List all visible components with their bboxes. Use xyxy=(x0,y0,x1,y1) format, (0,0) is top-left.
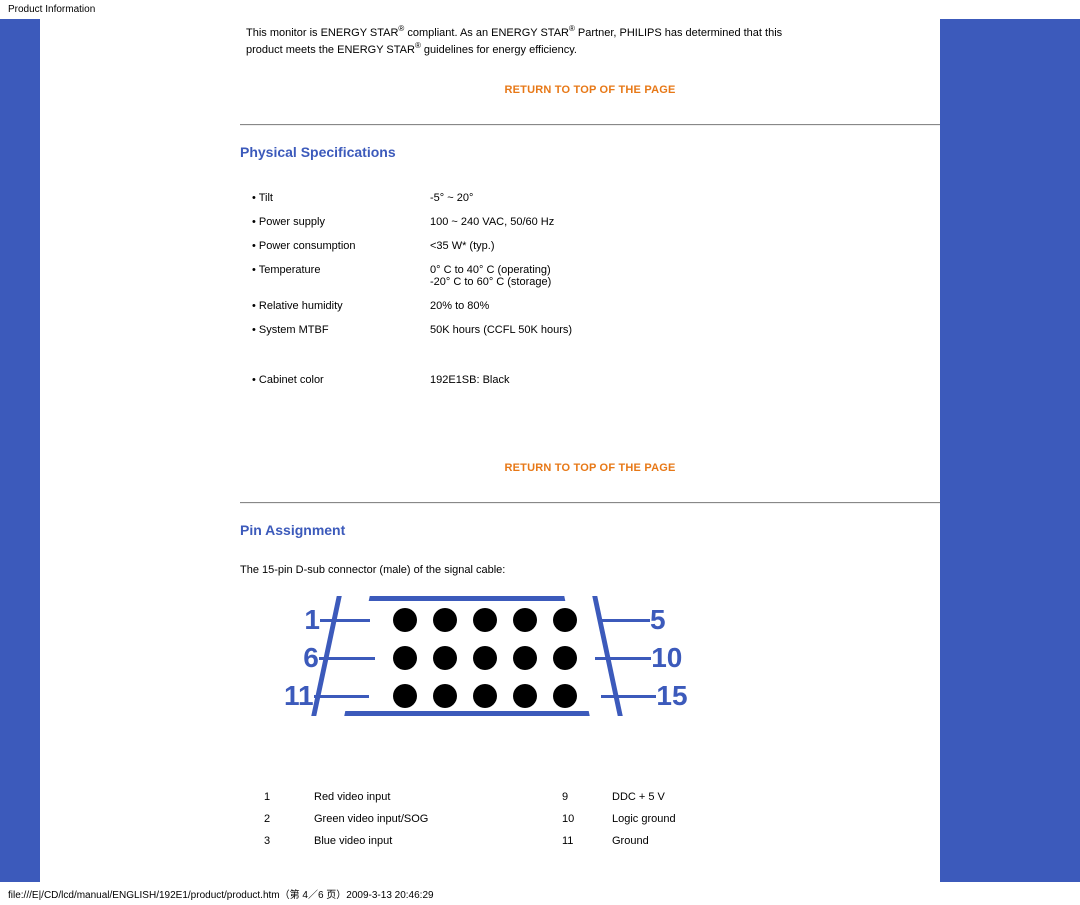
pin-number-label: 1 xyxy=(280,604,320,636)
page-body: This monitor is ENERGY STAR® compliant. … xyxy=(0,19,1080,882)
pin-assignment-table: 1 Red video input 9 DDC + 5 V 2 Green vi… xyxy=(260,786,856,852)
table-row: • Cabinet color192E1SB: Black xyxy=(248,368,784,392)
pin-description: DDC + 5 V xyxy=(608,786,856,808)
pin-row-2: 6 10 xyxy=(280,642,690,674)
spec-value: -5° ~ 20° xyxy=(426,186,784,210)
connector-line xyxy=(320,619,370,622)
intro-text: product meets the ENERGY STAR xyxy=(246,44,415,56)
reg-mark: ® xyxy=(398,24,404,33)
energy-star-paragraph: This monitor is ENERGY STAR® compliant. … xyxy=(246,25,916,58)
spec-value: 100 ~ 240 VAC, 50/60 Hz xyxy=(426,210,784,234)
divider xyxy=(240,124,940,126)
pin-number-label: 15 xyxy=(656,680,690,712)
connector-line xyxy=(319,657,375,660)
connector-line xyxy=(601,695,656,698)
table-row: 1 Red video input 9 DDC + 5 V xyxy=(260,786,856,808)
spec-label: • Power supply xyxy=(248,210,426,234)
intro-text: guidelines for energy efficiency. xyxy=(421,44,577,56)
return-to-top-link[interactable]: RETURN TO TOP OF THE PAGE xyxy=(240,84,940,96)
window-title: Product Information xyxy=(0,0,1080,19)
table-row: • Power supply100 ~ 240 VAC, 50/60 Hz xyxy=(248,210,784,234)
intro-text: compliant. As an ENERGY STAR xyxy=(404,27,569,39)
pin-assignment-description: The 15-pin D-sub connector (male) of the… xyxy=(240,564,940,576)
reg-mark: ® xyxy=(569,24,575,33)
pin-number-label: 11 xyxy=(280,680,314,712)
table-row: 3 Blue video input 11 Ground xyxy=(260,830,856,852)
table-row: • Power consumption<35 W* (typ.) xyxy=(248,234,784,258)
spec-label: • Temperature xyxy=(248,258,426,294)
intro-text: This monitor is ENERGY STAR xyxy=(246,27,398,39)
pin-row-1: 1 5 xyxy=(280,604,690,636)
pin-description: Logic ground xyxy=(608,808,856,830)
spec-label: • Cabinet color xyxy=(248,368,426,392)
dsub-connector-diagram: 1 5 6 10 11 15 xyxy=(280,592,690,722)
spec-value: 20% to 80% xyxy=(426,294,784,318)
pin-number: 1 xyxy=(260,786,310,808)
pin-number: 11 xyxy=(558,830,608,852)
spec-label: • Power consumption xyxy=(248,234,426,258)
spec-value: 0° C to 40° C (operating) -20° C to 60° … xyxy=(426,258,784,294)
pin-number-label: 10 xyxy=(651,642,690,674)
connector-line xyxy=(600,619,650,622)
spec-value: <35 W* (typ.) xyxy=(426,234,784,258)
pin-number: 10 xyxy=(558,808,608,830)
spec-value: 50K hours (CCFL 50K hours) xyxy=(426,318,784,342)
divider xyxy=(240,502,940,504)
pin-description: Blue video input xyxy=(310,830,558,852)
pin-dots xyxy=(374,608,596,632)
table-row: • System MTBF50K hours (CCFL 50K hours) xyxy=(248,318,784,342)
pin-description: Ground xyxy=(608,830,856,852)
pin-number: 9 xyxy=(558,786,608,808)
main-content: This monitor is ENERGY STAR® compliant. … xyxy=(240,19,940,882)
left-sidebar-stripe xyxy=(0,19,40,882)
pin-number: 2 xyxy=(260,808,310,830)
table-gap xyxy=(248,342,784,368)
spec-label: • System MTBF xyxy=(248,318,426,342)
table-row: • Tilt-5° ~ 20° xyxy=(248,186,784,210)
pin-dots xyxy=(379,646,591,670)
pin-dots xyxy=(373,684,597,708)
intro-text: Partner, PHILIPS has determined that thi… xyxy=(575,27,782,39)
spec-value: 192E1SB: Black xyxy=(426,368,784,392)
physical-specs-heading: Physical Specifications xyxy=(240,144,940,160)
right-sidebar-stripe xyxy=(940,19,1080,882)
pin-number-label: 6 xyxy=(280,642,319,674)
connector-line xyxy=(314,695,369,698)
pin-row-3: 11 15 xyxy=(280,680,690,712)
spec-label: • Tilt xyxy=(248,186,426,210)
pin-number-label: 5 xyxy=(650,604,690,636)
return-to-top-link[interactable]: RETURN TO TOP OF THE PAGE xyxy=(240,462,940,474)
pin-assignment-heading: Pin Assignment xyxy=(240,522,940,538)
connector-line xyxy=(595,657,651,660)
pin-description: Red video input xyxy=(310,786,558,808)
physical-specs-table: • Tilt-5° ~ 20° • Power supply100 ~ 240 … xyxy=(248,186,784,392)
left-margin xyxy=(40,19,240,882)
reg-mark: ® xyxy=(415,41,421,50)
footer-path: file:///E|/CD/lcd/manual/ENGLISH/192E1/p… xyxy=(0,882,1080,905)
table-row: • Temperature0° C to 40° C (operating) -… xyxy=(248,258,784,294)
spec-label: • Relative humidity xyxy=(248,294,426,318)
table-row: 2 Green video input/SOG 10 Logic ground xyxy=(260,808,856,830)
pin-description: Green video input/SOG xyxy=(310,808,558,830)
table-row: • Relative humidity20% to 80% xyxy=(248,294,784,318)
pin-number: 3 xyxy=(260,830,310,852)
